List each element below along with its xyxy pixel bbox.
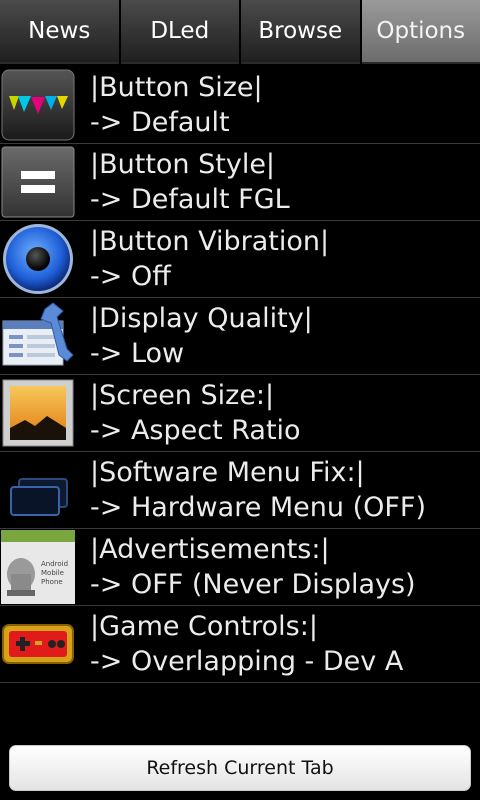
option-value: -> Default FGL (90, 184, 290, 215)
option-title: |Screen Size:| (90, 380, 275, 411)
option-title: |Button Size| (90, 72, 263, 103)
option-title: |Software Menu Fix:| (90, 457, 365, 488)
option-title: |Advertisements:| (90, 534, 330, 565)
android-label-line: Mobile (41, 569, 64, 577)
option-row-game-controls[interactable]: |Game Controls:| -> Overlapping - Dev A (0, 606, 480, 683)
picture-frame-icon (1, 376, 75, 450)
settings-wrench-icon (1, 299, 75, 373)
overlapping-windows-icon (1, 453, 75, 527)
option-value: -> Aspect Ratio (90, 415, 301, 446)
android-label-line: Phone (41, 578, 63, 586)
android-phone-icon: Android Mobile Phone (1, 530, 75, 604)
option-row-advertisements[interactable]: Android Mobile Phone |Advertisements:| -… (0, 529, 480, 606)
refresh-button[interactable]: Refresh Current Tab (9, 745, 471, 791)
option-title: |Display Quality| (90, 303, 313, 334)
option-title: |Button Style| (90, 149, 276, 180)
option-title: |Game Controls:| (90, 611, 318, 642)
option-value: -> Low (90, 338, 185, 369)
option-row-button-vibration[interactable]: |Button Vibration| -> Off (0, 221, 480, 298)
option-row-button-size[interactable]: |Button Size| -> Default (0, 67, 480, 144)
option-value: -> Overlapping - Dev A (90, 646, 404, 677)
option-row-display-quality[interactable]: |Display Quality| -> Low (0, 298, 480, 375)
tab-bar: News DLed Browse Options (0, 0, 480, 66)
tab-news[interactable]: News (0, 0, 119, 64)
option-title: |Button Vibration| (90, 226, 330, 257)
options-list: |Button Size| -> Default |Button Style| … (0, 67, 480, 683)
option-value: -> Default (90, 107, 230, 138)
tab-options[interactable]: Options (361, 0, 480, 64)
android-label-line: Android (41, 560, 68, 568)
option-value: -> Hardware Menu (OFF) (90, 492, 426, 523)
tab-dled[interactable]: DLed (120, 0, 239, 64)
option-row-button-style[interactable]: |Button Style| -> Default FGL (0, 144, 480, 221)
option-row-screen-size[interactable]: |Screen Size:| -> Aspect Ratio (0, 375, 480, 452)
speaker-icon (1, 222, 75, 296)
equals-sign-icon (1, 145, 75, 219)
option-value: -> OFF (Never Displays) (90, 569, 416, 600)
colorful-triangles-icon (1, 68, 75, 142)
game-controller-icon (1, 607, 75, 681)
option-row-software-menu-fix[interactable]: |Software Menu Fix:| -> Hardware Menu (O… (0, 452, 480, 529)
tab-browse[interactable]: Browse (241, 0, 360, 64)
option-value: -> Off (90, 261, 171, 292)
